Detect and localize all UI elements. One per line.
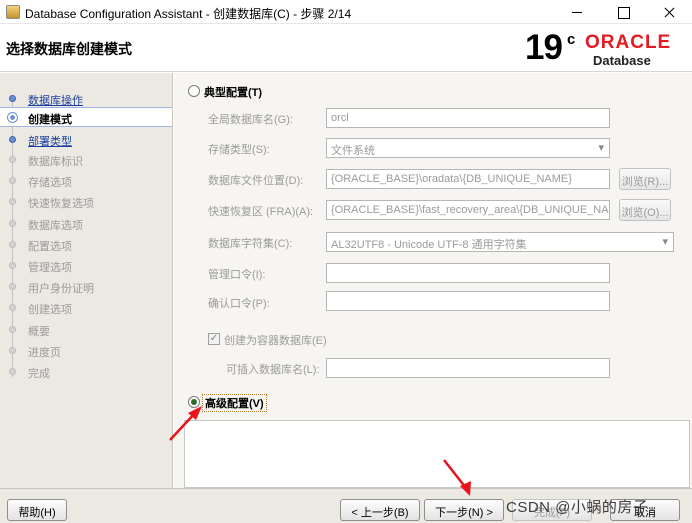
advanced-description-box bbox=[184, 420, 690, 488]
sidebar-step-db-options: 数据库选项 bbox=[0, 214, 172, 234]
step-label: 创建选项 bbox=[28, 304, 72, 316]
maximize-button[interactable] bbox=[600, 0, 646, 24]
sidebar-step-deployment-type[interactable]: 部署类型 bbox=[0, 130, 172, 150]
sidebar-step-db-identification: 数据库标识 bbox=[0, 150, 172, 170]
step-label: 存储选项 bbox=[28, 177, 72, 189]
step-label: 管理选项 bbox=[28, 262, 72, 274]
annotation-arrow-next bbox=[443, 459, 471, 496]
sidebar-step-management-options: 管理选项 bbox=[0, 256, 172, 276]
watermark-text: CSDN @小蜗的房子 bbox=[506, 499, 649, 516]
step-label: 进度页 bbox=[28, 347, 61, 359]
sidebar-step-config-options: 配置选项 bbox=[0, 235, 172, 255]
charset-select[interactable]: AL32UTF8 - Unicode UTF-8 通用字符集 bbox=[326, 232, 674, 252]
step-done-icon bbox=[9, 95, 16, 102]
sidebar-step-fast-recovery: 快速恢复选项 bbox=[0, 192, 172, 212]
main-panel: 典型配置(T) 全局数据库名(G): orcl 存储类型(S): 文件系统 数据… bbox=[174, 73, 692, 488]
step-label: 配置选项 bbox=[28, 241, 72, 253]
annotation-arrow-advanced bbox=[169, 406, 202, 441]
step-pending-icon bbox=[9, 326, 16, 333]
step-pending-icon bbox=[9, 198, 16, 205]
step-pending-icon bbox=[9, 347, 16, 354]
step-pending-icon bbox=[9, 220, 16, 227]
confirm-password-label: 确认口令(P): bbox=[208, 298, 270, 310]
pdb-name-label: 可插入数据库名(L): bbox=[226, 364, 320, 376]
pdb-name-field[interactable] bbox=[326, 358, 610, 378]
step-current-icon bbox=[7, 112, 18, 123]
step-pending-icon bbox=[9, 177, 16, 184]
sidebar-step-db-operation[interactable]: 数据库操作 bbox=[0, 89, 172, 109]
sidebar-step-summary: 概要 bbox=[0, 320, 172, 340]
back-button[interactable]: < 上一步(B) bbox=[340, 499, 420, 521]
charset-label: 数据库字符集(C): bbox=[208, 238, 293, 250]
sidebar-step-creation-mode[interactable]: 创建模式 bbox=[0, 107, 172, 127]
step-label: 部署类型 bbox=[28, 136, 72, 148]
step-pending-icon bbox=[9, 283, 16, 290]
step-label: 用户身份证明 bbox=[28, 283, 94, 295]
browse-fra-button[interactable]: 浏览(O)... bbox=[619, 199, 671, 221]
admin-password-label: 管理口令(I): bbox=[208, 269, 266, 281]
step-pending-icon bbox=[9, 262, 16, 269]
sidebar-step-storage-options: 存储选项 bbox=[0, 171, 172, 191]
step-label: 数据库操作 bbox=[28, 95, 83, 107]
typical-config-label[interactable]: 典型配置(T) bbox=[204, 84, 262, 100]
fra-field[interactable]: {ORACLE_BASE}\fast_recovery_area\{DB_UNI… bbox=[326, 200, 610, 220]
step-pending-icon bbox=[9, 304, 16, 311]
step-label: 快速恢复选项 bbox=[28, 198, 94, 210]
footer-bar: 帮助(H) < 上一步(B) 下一步(N) > 完成(F) 取消 CSDN @小… bbox=[0, 488, 692, 523]
container-db-checkbox[interactable]: ✓ bbox=[208, 333, 220, 345]
sidebar-step-finish: 完成 bbox=[0, 362, 172, 382]
sidebar-step-progress: 进度页 bbox=[0, 341, 172, 361]
help-button[interactable]: 帮助(H) bbox=[7, 499, 67, 521]
db-file-location-field[interactable]: {ORACLE_BASE}\oradata\{DB_UNIQUE_NAME} bbox=[326, 169, 610, 189]
sidebar-step-credentials: 用户身份证明 bbox=[0, 277, 172, 297]
step-label: 数据库标识 bbox=[28, 156, 83, 168]
logo-version-suffix: c bbox=[567, 31, 576, 48]
page-header: 选择数据库创建模式 19 c ORACLE Database bbox=[0, 24, 692, 72]
app-icon bbox=[6, 5, 20, 19]
advanced-config-label[interactable]: 高级配置(V) bbox=[202, 394, 267, 412]
close-window-button[interactable] bbox=[646, 0, 692, 24]
admin-password-field[interactable] bbox=[326, 263, 610, 283]
confirm-password-field[interactable] bbox=[326, 291, 610, 311]
step-label: 完成 bbox=[28, 368, 50, 380]
global-db-name-label: 全局数据库名(G): bbox=[208, 114, 293, 126]
fra-label: 快速恢复区 (FRA)(A): bbox=[208, 206, 314, 218]
browse-db-location-button[interactable]: 浏览(R)... bbox=[619, 168, 671, 190]
step-pending-icon bbox=[9, 368, 16, 375]
step-label: 概要 bbox=[28, 326, 50, 338]
step-sidebar: 数据库操作 创建模式 部署类型 数据库标识 存储选项 快速恢复选项 数据库选项 … bbox=[0, 73, 173, 488]
oracle-logo: 19 c ORACLE Database bbox=[525, 28, 685, 70]
step-label: 数据库选项 bbox=[28, 220, 83, 232]
step-label: 创建模式 bbox=[28, 114, 72, 126]
logo-brand: ORACLE bbox=[585, 32, 672, 53]
page-title: 选择数据库创建模式 bbox=[6, 41, 132, 57]
db-file-location-label: 数据库文件位置(D): bbox=[208, 175, 304, 187]
next-button[interactable]: 下一步(N) > bbox=[424, 499, 504, 521]
step-pending-icon bbox=[9, 241, 16, 248]
step-pending-icon bbox=[9, 156, 16, 163]
logo-product: Database bbox=[593, 53, 651, 68]
window-title: Database Configuration Assistant - 创建数据库… bbox=[25, 7, 352, 21]
title-bar: Database Configuration Assistant - 创建数据库… bbox=[0, 0, 692, 24]
step-done-icon bbox=[9, 136, 16, 143]
container-db-label[interactable]: 创建为容器数据库(E) bbox=[224, 332, 327, 348]
logo-version: 19 bbox=[525, 28, 563, 67]
storage-type-select[interactable]: 文件系统 bbox=[326, 138, 610, 158]
minimize-button[interactable] bbox=[554, 0, 600, 24]
sidebar-step-creation-options: 创建选项 bbox=[0, 298, 172, 318]
storage-type-label: 存储类型(S): bbox=[208, 144, 270, 156]
typical-config-radio[interactable] bbox=[188, 85, 200, 97]
global-db-name-field[interactable]: orcl bbox=[326, 108, 610, 128]
